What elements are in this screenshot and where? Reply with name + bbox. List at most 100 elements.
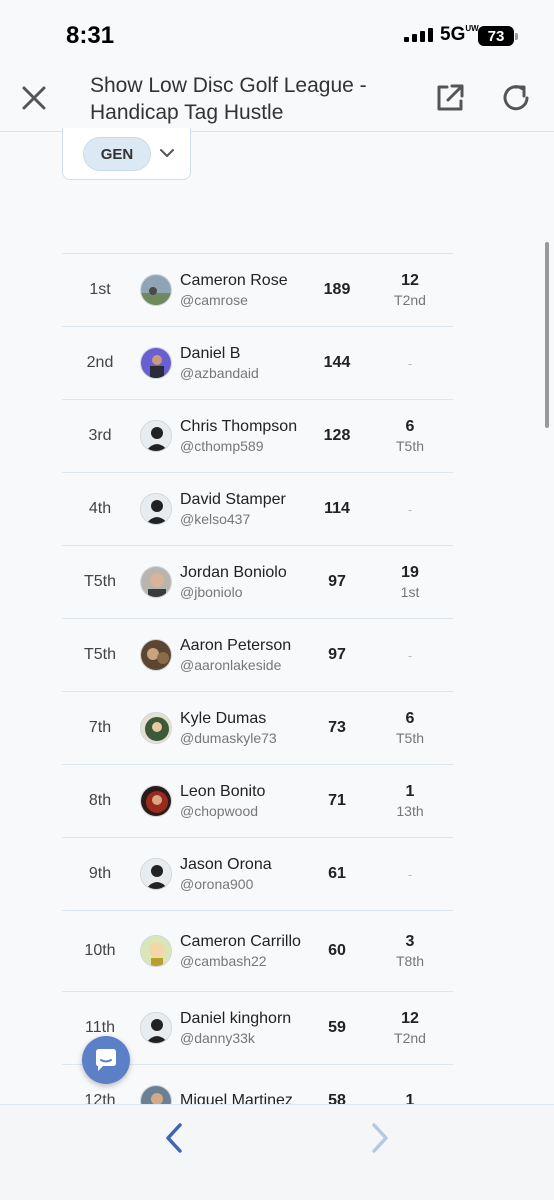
forward-button[interactable]	[364, 1121, 394, 1155]
status-time: 8:31	[66, 22, 115, 49]
player-name[interactable]: Jason Orona	[180, 855, 320, 875]
rank-label: 1st	[89, 281, 111, 298]
rank-label: 9th	[88, 865, 112, 882]
avatar	[140, 566, 172, 598]
player-handle: @orona900	[180, 876, 254, 892]
tag-place: T5th	[395, 438, 424, 454]
tag-number: 12	[401, 1010, 419, 1027]
tag-number: 3	[405, 933, 415, 950]
close-button[interactable]	[20, 84, 48, 112]
refresh-icon	[503, 85, 529, 111]
tag-empty: -	[407, 647, 413, 663]
standings-row[interactable]: 1st Cameron Rose @camrose 189 12 T2nd	[62, 254, 453, 327]
standings-row[interactable]: T5th Jordan Boniolo @jboniolo 97 19 1st	[62, 546, 453, 619]
rank-label: 7th	[88, 719, 112, 736]
player-handle: @cthomp589	[180, 438, 264, 454]
chevron-right-icon	[372, 1123, 388, 1153]
points-value: 97	[328, 646, 346, 663]
player-handle: @cambash22	[180, 953, 267, 969]
page-title: Show Low Disc Golf League - Handicap Tag…	[90, 74, 367, 124]
player-handle: @chopwood	[180, 803, 259, 819]
tag-empty: -	[407, 866, 413, 882]
tag-empty: -	[407, 355, 413, 371]
avatar	[140, 1012, 172, 1044]
player-name[interactable]: Aaron Peterson	[180, 636, 320, 656]
player-name[interactable]: Cameron Carrillo	[180, 932, 320, 952]
player-name[interactable]: Jordan Boniolo	[180, 563, 320, 583]
standings-list: 1st Cameron Rose @camrose 189 12 T2nd 2nd …	[62, 253, 453, 1138]
bottom-nav-bar	[0, 1104, 554, 1200]
points-value: 71	[328, 792, 346, 809]
player-handle: @danny33k	[180, 1030, 255, 1046]
refresh-button[interactable]	[500, 82, 532, 114]
standings-row[interactable]: 7th Kyle Dumas @dumaskyle73 73 6 T5th	[62, 692, 453, 765]
avatar	[140, 420, 172, 452]
tag-place: T2nd	[394, 1030, 426, 1046]
tag-number: 6	[405, 418, 415, 435]
points-value: 189	[323, 281, 351, 298]
signal-icon	[404, 28, 433, 42]
tag-number: 12	[401, 272, 419, 289]
battery-icon: 73	[478, 26, 518, 46]
tag-place: 13th	[396, 803, 424, 819]
external-link-icon	[437, 84, 464, 111]
status-bar: 8:31 5GUW 73	[0, 0, 554, 70]
tag-place: T2nd	[394, 292, 426, 308]
chevron-left-icon	[166, 1123, 182, 1153]
points-value: 61	[328, 865, 346, 882]
avatar	[140, 858, 172, 890]
player-name[interactable]: David Stamper	[180, 490, 320, 510]
standings-row[interactable]: 3rd Chris Thompson @cthomp589 128 6 T5th	[62, 400, 453, 473]
player-name[interactable]: Kyle Dumas	[180, 709, 320, 729]
player-name[interactable]: Cameron Rose	[180, 271, 320, 291]
avatar	[140, 785, 172, 817]
app-header: Show Low Disc Golf League - Handicap Tag…	[0, 64, 554, 132]
avatar	[140, 639, 172, 671]
player-handle: @kelso437	[180, 511, 251, 527]
standings-row[interactable]: 10th Cameron Carrillo @cambash22 60 3 T8th	[62, 911, 453, 992]
network-label: 5GUW	[440, 24, 479, 45]
points-value: 128	[323, 427, 351, 444]
points-value: 73	[328, 719, 346, 736]
points-value: 59	[328, 1019, 346, 1036]
player-name[interactable]: Leon Bonito	[180, 782, 320, 802]
points-value: 144	[323, 354, 351, 371]
tag-number: 1	[405, 783, 415, 800]
rank-label: 2nd	[86, 354, 114, 371]
points-value: 97	[328, 573, 346, 590]
avatar	[140, 347, 172, 379]
rank-label: 10th	[84, 942, 116, 959]
standings-row[interactable]: T5th Aaron Peterson @aaronlakeside 97 -	[62, 619, 453, 692]
avatar	[140, 935, 172, 967]
points-value: 60	[328, 942, 346, 959]
points-value: 114	[324, 500, 350, 517]
player-handle: @aaronlakeside	[180, 657, 282, 673]
avatar	[140, 712, 172, 744]
tag-number: 19	[401, 564, 419, 581]
division-select[interactable]: GEN	[62, 128, 191, 180]
scrollbar[interactable]	[545, 242, 549, 428]
standings-row[interactable]: 8th Leon Bonito @chopwood 71 1 13th	[62, 765, 453, 838]
player-handle: @dumaskyle73	[180, 730, 277, 746]
rank-label: 8th	[88, 792, 112, 809]
player-handle: @jboniolo	[180, 584, 243, 600]
open-external-button[interactable]	[434, 82, 466, 114]
chevron-down-icon	[160, 149, 174, 157]
player-name[interactable]: Chris Thompson	[180, 417, 320, 437]
rank-label: T5th	[83, 573, 116, 590]
standings-row[interactable]: 9th Jason Orona @orona900 61 -	[62, 838, 453, 911]
tag-place: T8th	[395, 953, 424, 969]
chat-button[interactable]	[82, 1036, 130, 1084]
player-name[interactable]: Daniel kinghorn	[180, 1009, 320, 1029]
rank-label: 3rd	[88, 427, 112, 444]
back-button[interactable]	[160, 1121, 190, 1155]
standings-row[interactable]: 2nd Daniel B @azbandaid 144 -	[62, 327, 453, 400]
tag-place: T5th	[395, 730, 424, 746]
standings-row[interactable]: 4th David Stamper @kelso437 114 -	[62, 473, 453, 546]
rank-label: 4th	[88, 500, 112, 517]
player-name[interactable]: Daniel B	[180, 344, 320, 364]
division-pill: GEN	[83, 137, 151, 171]
player-handle: @azbandaid	[180, 365, 259, 381]
rank-label: T5th	[83, 646, 116, 663]
close-icon	[22, 86, 46, 110]
